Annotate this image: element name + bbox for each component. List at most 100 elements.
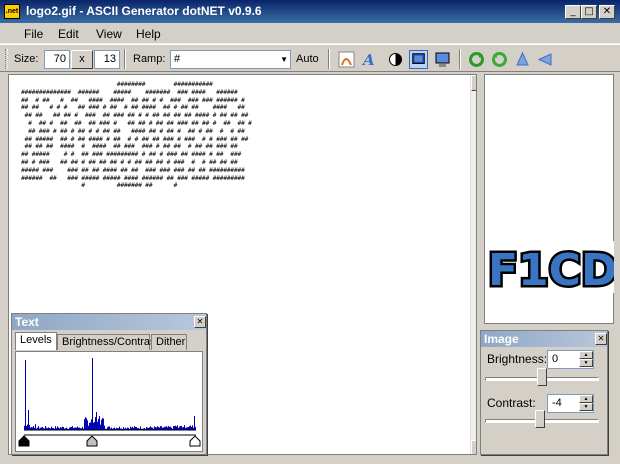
lock-ratio-button[interactable]: x xyxy=(71,50,93,69)
menu-edit[interactable]: Edit xyxy=(58,27,79,41)
computer-icon[interactable] xyxy=(433,50,452,69)
menu-view[interactable]: View xyxy=(96,27,122,41)
monitor-icon[interactable] xyxy=(409,50,428,69)
brightness-up-button[interactable]: ▲ xyxy=(579,351,593,359)
title-bar[interactable]: .net logo2.gif - ASCII Generator dotNET … xyxy=(0,0,620,23)
histogram-bar xyxy=(134,426,135,430)
height-input[interactable]: 13 xyxy=(94,50,120,69)
histogram-bar xyxy=(35,424,36,430)
white-point-slider[interactable] xyxy=(189,435,201,447)
tab-brightness-contrast[interactable]: Brightness/Contrast xyxy=(57,334,159,350)
ramp-label: Ramp: xyxy=(133,53,166,65)
menu-file[interactable]: File xyxy=(24,27,43,41)
image-preview: F1CD F1CD xyxy=(484,74,614,324)
toolbar-grip[interactable] xyxy=(5,49,8,69)
ascii-art-text[interactable]: ######## ########### ############## ####… xyxy=(21,80,252,190)
contrast-down-button[interactable]: ▼ xyxy=(579,403,593,411)
source-image: F1CD F1CD xyxy=(486,241,614,293)
histogram-bar xyxy=(176,426,177,430)
histogram-bar xyxy=(93,422,94,430)
scroll-down-button[interactable]: ▼ xyxy=(471,440,476,454)
histogram-bar xyxy=(154,426,155,430)
refresh-green-icon[interactable] xyxy=(467,50,486,69)
contrast-spin-buttons: ▲ ▼ xyxy=(579,395,593,412)
contrast-up-button[interactable]: ▲ xyxy=(579,395,593,403)
histogram-bar xyxy=(174,426,175,430)
image-panel: Image ✕ Brightness: 0 ▲ ▼ Contrast: -4 ▲… xyxy=(480,330,608,455)
black-point-slider[interactable] xyxy=(18,435,30,447)
histogram-bar xyxy=(150,426,151,430)
midpoint-slider[interactable] xyxy=(86,435,98,447)
histogram-bar xyxy=(181,425,182,430)
histogram-bar xyxy=(96,412,97,430)
histogram-bar xyxy=(25,360,26,430)
maximize-button[interactable]: □ xyxy=(581,5,597,19)
histogram-bar xyxy=(89,422,90,430)
image-panel-close-button[interactable]: ✕ xyxy=(595,333,607,345)
histogram-bar xyxy=(166,426,167,430)
size-label: Size: xyxy=(14,53,39,65)
text-panel-close-button[interactable]: ✕ xyxy=(194,316,206,328)
histogram-bar xyxy=(177,425,178,430)
toolbar: Size: 70 x 13 Ramp: # ▼ Auto A xyxy=(0,44,620,72)
window-title: logo2.gif - ASCII Generator dotNET v0.9.… xyxy=(26,4,262,18)
image-panel-title[interactable]: Image xyxy=(481,331,607,347)
chevron-down-icon[interactable]: ▼ xyxy=(280,51,288,68)
minimize-button[interactable]: _ xyxy=(565,5,581,19)
levels-tab-content xyxy=(15,351,203,452)
levels-track xyxy=(24,434,196,436)
brightness-label: Brightness: xyxy=(487,352,548,366)
ramp-dropdown[interactable]: # ▼ xyxy=(170,50,291,69)
vertical-scrollbar[interactable]: ▲ ▼ xyxy=(470,75,476,454)
histogram-bar xyxy=(97,421,98,430)
tab-levels[interactable]: Levels xyxy=(15,332,57,350)
histogram-bar xyxy=(27,424,28,430)
brightness-down-button[interactable]: ▼ xyxy=(579,359,593,367)
toolbar-separator xyxy=(328,49,330,69)
histogram-bar xyxy=(45,426,46,430)
brightness-spin-buttons: ▲ ▼ xyxy=(579,351,593,368)
histogram-bar xyxy=(179,426,180,430)
text-a-icon[interactable]: A xyxy=(359,50,378,69)
histogram-bar xyxy=(108,426,109,430)
brightness-slider-thumb[interactable] xyxy=(537,368,547,386)
histogram-bar xyxy=(95,417,96,430)
histogram-bars xyxy=(24,358,196,430)
brightness-spinner[interactable]: 0 ▲ ▼ xyxy=(547,350,594,369)
histogram-bar xyxy=(184,425,185,430)
histogram-bar xyxy=(160,426,161,430)
histogram-bar xyxy=(92,358,93,430)
histogram-bar xyxy=(38,426,39,430)
histogram-bar xyxy=(104,425,105,430)
histogram-bar xyxy=(88,425,89,430)
font-a-icon[interactable] xyxy=(337,50,356,69)
auto-button[interactable]: Auto xyxy=(296,53,319,65)
refresh-green-2-icon[interactable] xyxy=(490,50,509,69)
close-button[interactable]: ✕ xyxy=(599,5,615,19)
text-panel-title[interactable]: Text xyxy=(12,314,206,330)
contrast-slider-thumb[interactable] xyxy=(535,410,545,428)
flip-horizontal-icon[interactable] xyxy=(536,50,555,69)
histogram-bar xyxy=(26,425,27,430)
histogram-bar xyxy=(175,425,176,430)
invert-circle-icon[interactable] xyxy=(386,50,405,69)
app-icon: .net xyxy=(4,4,20,19)
histogram-bar xyxy=(140,426,141,430)
histogram-bar xyxy=(103,418,104,430)
menu-help[interactable]: Help xyxy=(136,27,161,41)
tab-dither[interactable]: Dither xyxy=(151,334,187,350)
histogram-bar xyxy=(72,426,73,430)
histogram-bar xyxy=(102,418,103,430)
histogram-bar xyxy=(165,426,166,430)
flip-vertical-icon[interactable] xyxy=(513,50,532,69)
scroll-up-button[interactable]: ▲ xyxy=(471,75,476,91)
histogram-bar xyxy=(173,426,174,430)
ramp-value: # xyxy=(174,53,181,65)
width-input[interactable]: 70 xyxy=(44,50,70,69)
contrast-spinner[interactable]: -4 ▲ ▼ xyxy=(547,394,594,413)
histogram-bar xyxy=(86,418,87,430)
histogram-bar xyxy=(57,426,58,430)
menu-bar: File Edit View Help xyxy=(0,23,620,44)
histogram-bar xyxy=(29,424,30,430)
histogram-bar xyxy=(55,426,56,430)
